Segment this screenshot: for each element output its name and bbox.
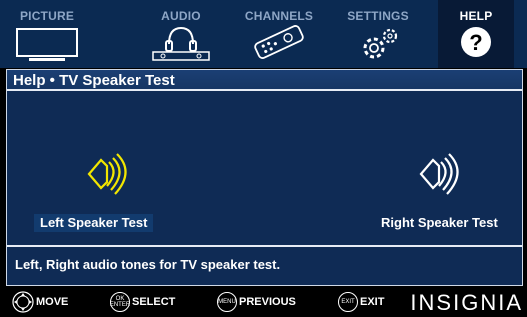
menu-key-icon: MENU — [217, 292, 237, 312]
gear-icon — [363, 28, 398, 59]
left-speaker-icon — [87, 153, 127, 195]
tab-audio-label: AUDIO — [161, 9, 201, 23]
right-speaker-icon — [419, 153, 459, 195]
insignia-logo: INSIGNIA — [410, 290, 523, 315]
tab-picture-label: PICTURE — [19, 9, 75, 23]
previous-hint: MENU PREVIOUS — [217, 292, 296, 312]
speaker-icon — [152, 26, 210, 61]
divider — [7, 245, 522, 247]
speaker-test-panel: Help • TV Speaker Test Left Speaker Test… — [6, 69, 523, 286]
select-label: SELECT — [132, 296, 176, 308]
exit-label: EXIT — [360, 296, 385, 308]
tv-icon — [16, 28, 78, 61]
tab-settings-label: SETTINGS — [347, 9, 409, 23]
move-label: MOVE — [36, 296, 69, 308]
exit-hint: EXIT EXIT — [338, 292, 384, 312]
dpad-icon — [12, 291, 34, 313]
exit-key-icon: EXIT — [338, 292, 358, 312]
ok-enter-key-icon: OK ENTER — [110, 292, 130, 312]
tab-channels[interactable]: CHANNELS — [234, 0, 324, 68]
right-speaker-test-button[interactable]: Right Speaker Test — [381, 214, 498, 232]
tab-help[interactable]: HELP ? — [438, 0, 514, 68]
help-icon: ? — [461, 27, 491, 57]
tab-audio[interactable]: AUDIO — [136, 0, 226, 68]
bottom-hint-bar: MOVE OK ENTER SELECT MENU PREVIOUS EXIT … — [0, 287, 527, 317]
move-hint: MOVE — [12, 291, 69, 313]
tab-channels-label: CHANNELS — [244, 9, 314, 23]
tab-picture[interactable]: PICTURE — [0, 0, 94, 68]
previous-label: PREVIOUS — [239, 296, 296, 308]
top-menu: PICTURE AUDIO CHANNELS SETTINGS HELP ? — [0, 0, 527, 68]
panel-title: Help • TV Speaker Test — [7, 70, 522, 91]
help-description: Left, Right audio tones for TV speaker t… — [15, 257, 281, 272]
left-speaker-test-button[interactable]: Left Speaker Test — [34, 214, 154, 232]
remote-icon — [254, 25, 304, 59]
tab-help-label: HELP — [459, 9, 493, 23]
svg-text:?: ? — [469, 30, 482, 55]
tab-settings[interactable]: SETTINGS — [335, 0, 421, 68]
select-hint: OK ENTER SELECT — [110, 292, 175, 312]
